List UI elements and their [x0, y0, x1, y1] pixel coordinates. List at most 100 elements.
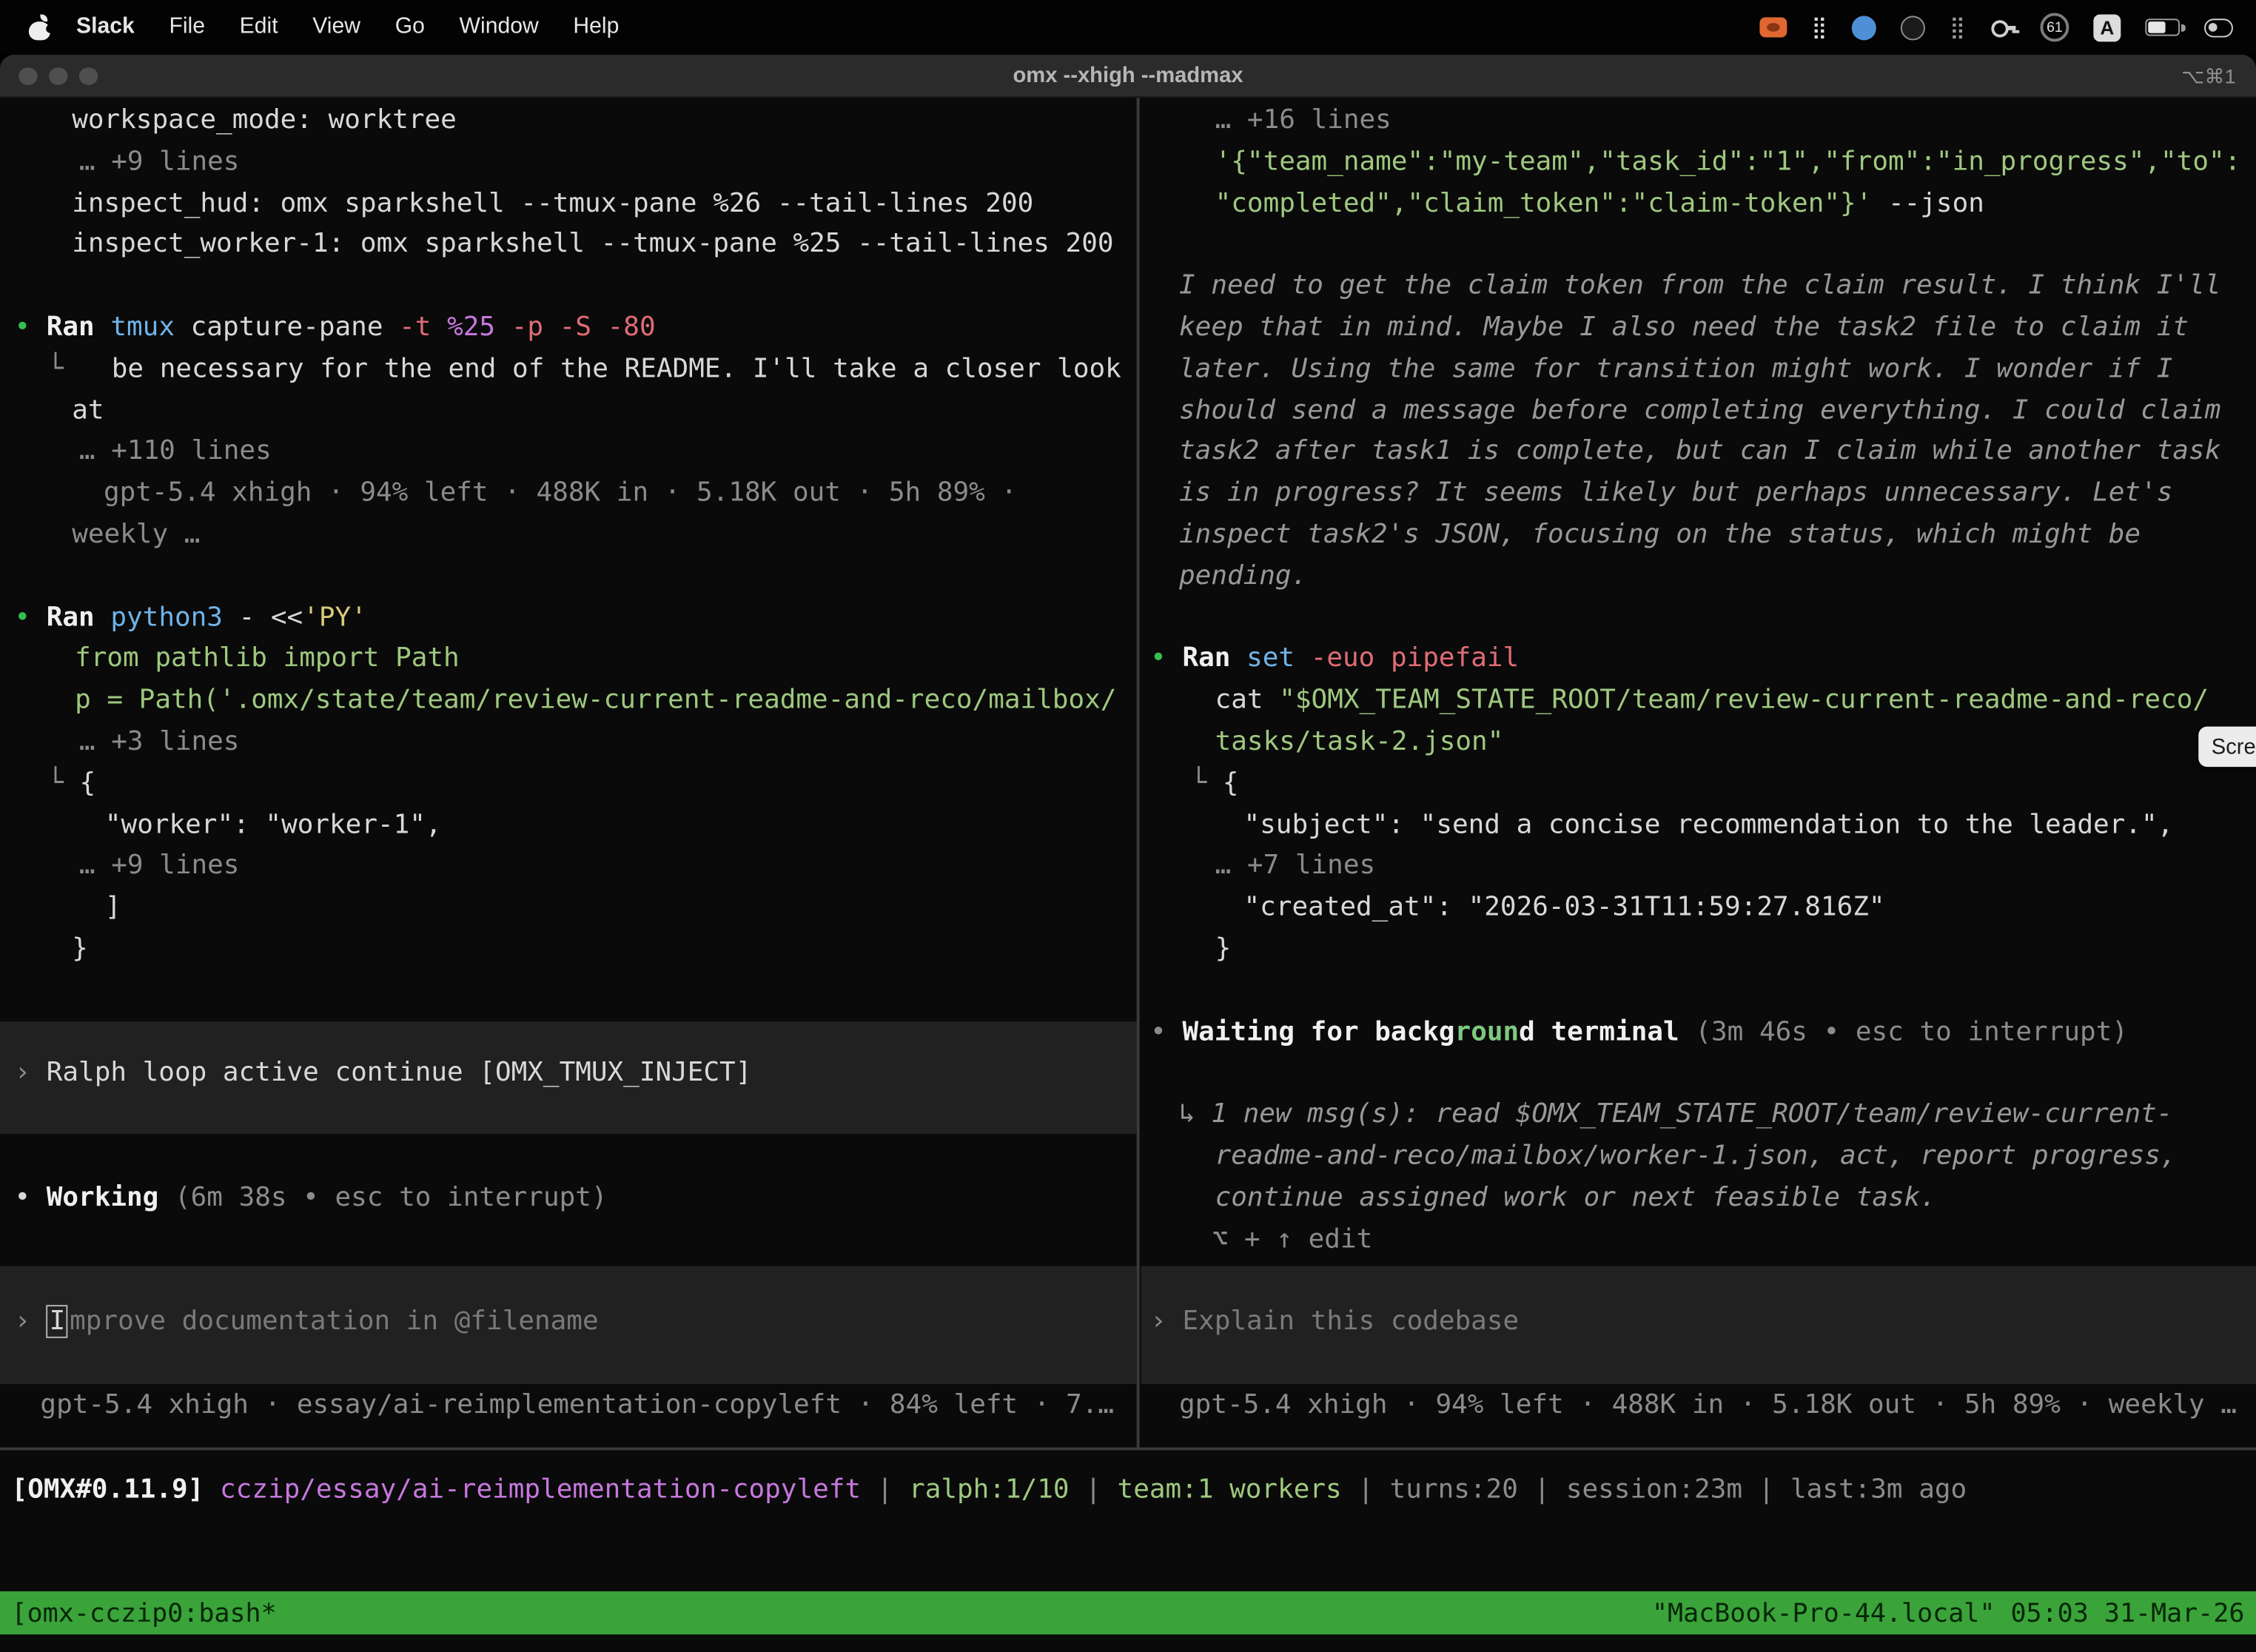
text-segment: I: [47, 1305, 68, 1338]
input-source-icon[interactable]: A: [2093, 13, 2121, 41]
text-segment: Ran: [47, 602, 95, 633]
screen-recording-icon[interactable]: [1759, 17, 1787, 37]
omx-hud: [OMX#0.11.9] cczip/essay/ai-reimplementa…: [0, 1450, 2256, 1591]
text-segment: inspect_hud: omx sparkshell --tmux-pane …: [72, 188, 1033, 218]
terminal-line: [0, 971, 1137, 1013]
text-segment: Ralph loop active continue [OMX_TMUX_INJ…: [30, 1058, 751, 1088]
terminal-line: }: [1141, 930, 2256, 971]
text-segment: [30, 602, 47, 633]
tmux-host-clock-label: "MacBook-Pro-44.local" 05:03 31-Mar-26: [1652, 1598, 2245, 1628]
menu-item-go[interactable]: Go: [377, 14, 442, 40]
text-segment: p = Path('.omx/state/team/review-current…: [75, 685, 1116, 716]
text-segment: └: [1191, 768, 1223, 799]
terminal-line: pending.: [1141, 557, 2256, 598]
terminal-line: "completed","claim_token":"claim-token"}…: [1141, 184, 2256, 225]
terminal-line: should send a message before completing …: [1141, 391, 2256, 432]
terminal-line: … +110 lines: [0, 432, 1137, 474]
dark-app-icon[interactable]: [1901, 15, 1925, 39]
text-segment: [1679, 1016, 1696, 1047]
text-segment: … +9 lines: [79, 851, 240, 882]
terminal-line: "worker": "worker-1",: [0, 805, 1137, 847]
app-grid-icon[interactable]: ⣿: [1811, 13, 1827, 41]
battery-percent-badge[interactable]: 61: [2040, 13, 2069, 41]
right-pane-lines: … +16 lines '{"team_name":"my-team","task…: [1141, 98, 2256, 1447]
menu-item-window[interactable]: Window: [442, 14, 556, 40]
terminal-line: inspect_hud: omx sparkshell --tmux-pane …: [0, 184, 1137, 225]
terminal-line: • Working (6m 38s • esc to interrupt): [0, 1178, 1137, 1220]
text-segment: •: [1150, 644, 1166, 674]
text-segment: task2 after task1 is complete, but can I…: [1179, 437, 2220, 467]
blue-app-icon[interactable]: [1852, 15, 1876, 39]
text-segment: [158, 1182, 175, 1212]
terminal-line: from pathlib import Path: [0, 639, 1137, 681]
terminal-line: • Ran python3 - <<'PY': [0, 598, 1137, 639]
text-segment: [204, 1474, 220, 1505]
text-segment: [1263, 685, 1280, 716]
terminal-line: keep that in mind. Maybe I also need the…: [1141, 308, 2256, 349]
text-segment: … +9 lines: [79, 147, 240, 177]
text-segment: python3: [110, 602, 223, 633]
text-segment: }: [72, 933, 88, 964]
text-segment: [1230, 644, 1246, 674]
text-segment: … +16 lines: [1215, 105, 1391, 135]
terminal-line: [0, 1095, 1137, 1137]
text-segment: Working: [47, 1182, 159, 1212]
text-segment: d terminal: [1519, 1016, 1679, 1047]
close-button[interactable]: [19, 67, 36, 84]
text-segment: tasks/task-2.json": [1215, 727, 1504, 757]
terminal-line: ⌥ + ↑ edit: [1141, 1219, 2256, 1260]
battery-icon[interactable]: [2145, 19, 2180, 36]
text-segment: "$OMX_TEAM_STATE_ROOT/team/review-curren…: [1279, 685, 2209, 716]
menu-item-view[interactable]: View: [295, 14, 377, 40]
pane-divider[interactable]: [1137, 98, 1140, 1447]
menu-item-slack[interactable]: Slack: [59, 14, 152, 40]
terminal-line: continue assigned work or next feasible …: [1141, 1178, 2256, 1220]
apple-menu-icon[interactable]: [29, 14, 50, 40]
terminal-line: • Waiting for background terminal (3m 46…: [1141, 1013, 2256, 1054]
terminal-line: [1141, 971, 2256, 1013]
minimize-button[interactable]: [49, 67, 67, 84]
dots-grid-icon[interactable]: ⣿: [1950, 13, 1965, 41]
control-center-icon[interactable]: [2204, 18, 2233, 36]
terminal-line: … +3 lines: [0, 722, 1137, 764]
terminal-line: [0, 1219, 1137, 1260]
terminal-line: is in progress? It seems likely but perh…: [1141, 474, 2256, 515]
menu-item-edit[interactable]: Edit: [222, 14, 295, 40]
text-segment: [OMX#0.11.9]: [12, 1474, 204, 1505]
text-segment: •: [14, 602, 30, 633]
text-segment: - <<: [223, 602, 303, 633]
text-segment: 'PY': [303, 602, 367, 633]
text-segment: (6m 38s • esc to interrupt): [175, 1182, 608, 1212]
terminal-line: '{"team_name":"my-team","task_id":"1","f…: [1141, 142, 2256, 184]
screenshot-notification[interactable]: Scre: [2198, 727, 2256, 767]
menu-item-file[interactable]: File: [152, 14, 222, 40]
text-segment: roun: [1455, 1016, 1520, 1047]
zoom-button[interactable]: [79, 67, 97, 84]
text-segment: -t: [383, 312, 431, 343]
terminal-line: › Ralph loop active continue [OMX_TMUX_I…: [0, 1054, 1137, 1095]
text-segment: [1166, 644, 1183, 674]
omx-hud-line: [OMX#0.11.9] cczip/essay/ai-reimplementa…: [0, 1450, 2256, 1591]
terminal-line: cat "$OMX_TEAM_STATE_ROOT/team/review-cu…: [1141, 681, 2256, 722]
text-segment: weekly …: [72, 520, 200, 550]
stage: Slack File Edit View Go Window Help ⣿ ⣿ …: [0, 0, 2256, 1652]
terminal-line: inspect_worker-1: omx sparkshell --tmux-…: [0, 225, 1137, 266]
text-segment: •: [14, 312, 30, 343]
terminal-line: weekly …: [0, 515, 1137, 557]
terminal-line: └ be necessary for the end of the README…: [0, 349, 1137, 391]
right-terminal-pane[interactable]: … +16 lines '{"team_name":"my-team","task…: [1141, 98, 2256, 1447]
text-segment: continue assigned work or next feasible …: [1215, 1182, 1936, 1212]
text-segment: |: [861, 1474, 909, 1505]
tmux-session-label: [omx-cczip0:bash*: [12, 1598, 277, 1628]
text-segment: ›: [14, 1306, 30, 1337]
text-segment: -p: [495, 312, 543, 343]
text-segment: '{"team_name":"my-team","task_id":"1","f…: [1215, 147, 2241, 177]
left-terminal-pane[interactable]: workspace_mode: worktree… +9 linesinspec…: [0, 98, 1137, 1447]
menu-item-help[interactable]: Help: [556, 14, 637, 40]
key-icon[interactable]: [1990, 14, 2015, 40]
text-segment: |: [1518, 1474, 1566, 1505]
text-segment: ↳: [1179, 1099, 1211, 1129]
screen: Slack File Edit View Go Window Help ⣿ ⣿ …: [0, 0, 2256, 1652]
text-segment: "completed","claim_token":"claim-token"}…: [1215, 188, 1873, 218]
terminal-line: › Explain this codebase: [1141, 1302, 2256, 1343]
